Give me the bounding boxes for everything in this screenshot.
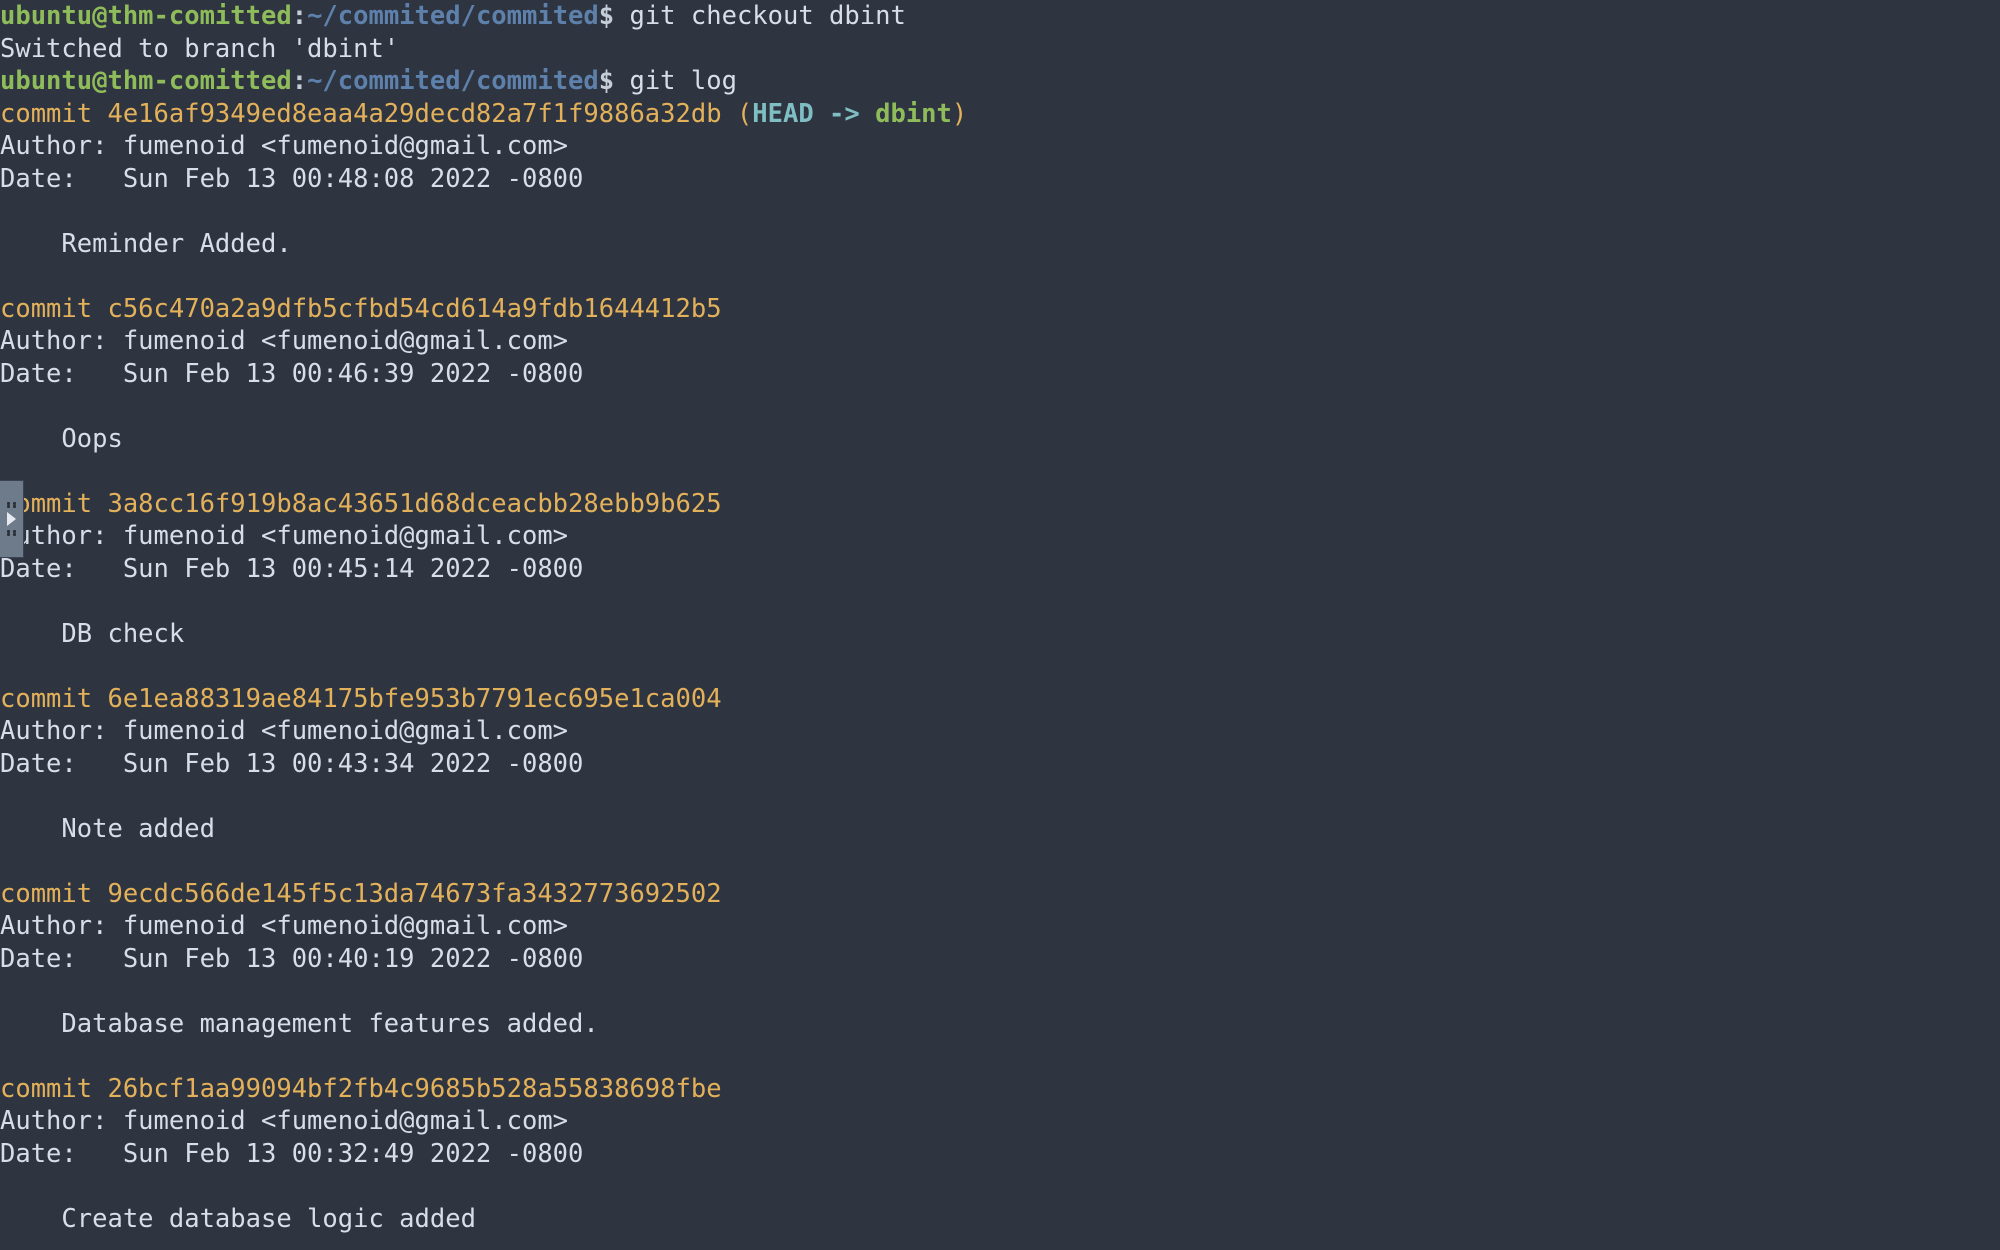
terminal-line: Date: Sun Feb 13 00:48:08 2022 -0800 (0, 163, 2000, 196)
prompt-dollar: $ (599, 1, 614, 31)
prompt-dollar: $ (599, 66, 614, 96)
output-text: Date: Sun Feb 13 00:32:49 2022 -0800 (0, 1139, 583, 1169)
prompt-user: ubuntu@thm-comitted (0, 1, 292, 31)
head-ref: HEAD -> (752, 99, 875, 129)
terminal-line (0, 780, 2000, 813)
output-text: Date: Sun Feb 13 00:40:19 2022 -0800 (0, 944, 583, 974)
branch-ref: dbint (875, 99, 952, 129)
output-text: Date: Sun Feb 13 00:45:14 2022 -0800 (0, 554, 583, 584)
terminal-line: Oops (0, 423, 2000, 456)
prompt-user: ubuntu@thm-comitted (0, 66, 292, 96)
terminal-line (0, 845, 2000, 878)
panel-expand-handle[interactable] (0, 480, 24, 558)
terminal-line: Date: Sun Feb 13 00:46:39 2022 -0800 (0, 358, 2000, 391)
terminal-line: Author: fumenoid <fumenoid@gmail.com> (0, 520, 2000, 553)
terminal-line: commit 4e16af9349ed8eaa4a29decd82a7f1f98… (0, 98, 2000, 131)
output-text: Author: fumenoid <fumenoid@gmail.com> (0, 131, 568, 161)
commit-message: Create database logic added (0, 1204, 476, 1234)
terminal-line: Database management features added. (0, 1008, 2000, 1041)
commit-hash: 9ecdc566de145f5c13da74673fa3432773692502 (107, 879, 721, 909)
terminal-line (0, 975, 2000, 1008)
command-text: git checkout dbint (614, 1, 906, 31)
terminal-line: commit 26bcf1aa99094bf2fb4c9685b528a5583… (0, 1073, 2000, 1106)
terminal-line: Date: Sun Feb 13 00:40:19 2022 -0800 (0, 943, 2000, 976)
terminal-line (0, 260, 2000, 293)
prompt-path: ~/commited/commited (307, 1, 599, 31)
commit-keyword: commit (0, 99, 107, 129)
commit-message: DB check (0, 619, 184, 649)
terminal-line: Author: fumenoid <fumenoid@gmail.com> (0, 910, 2000, 943)
commit-keyword: commit (0, 294, 107, 324)
terminal-line (0, 585, 2000, 618)
command-text: git log (614, 66, 737, 96)
terminal-line: Switched to branch 'dbint' (0, 33, 2000, 66)
terminal-line: Author: fumenoid <fumenoid@gmail.com> (0, 325, 2000, 358)
terminal-output[interactable]: ubuntu@thm-comitted:~/commited/commited$… (0, 0, 2000, 1235)
terminal-line: commit c56c470a2a9dfb5cfbd54cd614a9fdb16… (0, 293, 2000, 326)
terminal-line (0, 650, 2000, 683)
terminal-line: ubuntu@thm-comitted:~/commited/commited$… (0, 0, 2000, 33)
terminal-line: Date: Sun Feb 13 00:45:14 2022 -0800 (0, 553, 2000, 586)
commit-message: Reminder Added. (0, 229, 292, 259)
commit-message: Database management features added. (0, 1009, 599, 1039)
output-text: Switched to branch 'dbint' (0, 34, 399, 64)
terminal-line (0, 1040, 2000, 1073)
commit-keyword: commit (0, 879, 107, 909)
terminal-line: commit 9ecdc566de145f5c13da74673fa343277… (0, 878, 2000, 911)
terminal-line: Note added (0, 813, 2000, 846)
ref-close-paren: ) (952, 99, 967, 129)
terminal-line: ubuntu@thm-comitted:~/commited/commited$… (0, 65, 2000, 98)
terminal-line (0, 195, 2000, 228)
terminal-line: Create database logic added (0, 1203, 2000, 1236)
commit-message: Oops (0, 424, 123, 454)
output-text: Author: fumenoid <fumenoid@gmail.com> (0, 326, 568, 356)
output-text: Author: fumenoid <fumenoid@gmail.com> (0, 911, 568, 941)
terminal-line: Author: fumenoid <fumenoid@gmail.com> (0, 1105, 2000, 1138)
terminal-line: Author: fumenoid <fumenoid@gmail.com> (0, 715, 2000, 748)
commit-message: Note added (0, 814, 215, 844)
terminal-line: Reminder Added. (0, 228, 2000, 261)
commit-hash: c56c470a2a9dfb5cfbd54cd614a9fdb1644412b5 (107, 294, 721, 324)
prompt-colon: : (292, 1, 307, 31)
terminal-line (0, 1170, 2000, 1203)
prompt-path: ~/commited/commited (307, 66, 599, 96)
terminal-line: commit 6e1ea88319ae84175bfe953b7791ec695… (0, 683, 2000, 716)
commit-hash: 6e1ea88319ae84175bfe953b7791ec695e1ca004 (107, 684, 721, 714)
commit-hash: 4e16af9349ed8eaa4a29decd82a7f1f9886a32db (107, 99, 721, 129)
terminal-line: DB check (0, 618, 2000, 651)
commit-hash: 26bcf1aa99094bf2fb4c9685b528a55838698fbe (107, 1074, 721, 1104)
terminal-line (0, 390, 2000, 423)
terminal-line: Date: Sun Feb 13 00:43:34 2022 -0800 (0, 748, 2000, 781)
chevron-right-icon (7, 512, 16, 526)
output-text: Author: fumenoid <fumenoid@gmail.com> (0, 521, 568, 551)
output-text: Author: fumenoid <fumenoid@gmail.com> (0, 716, 568, 746)
commit-hash: 3a8cc16f919b8ac43651d68dceacbb28ebb9b625 (107, 489, 721, 519)
commit-keyword: commit (0, 1074, 107, 1104)
commit-keyword: commit (0, 684, 107, 714)
prompt-colon: : (292, 66, 307, 96)
terminal-line (0, 455, 2000, 488)
output-text: Date: Sun Feb 13 00:46:39 2022 -0800 (0, 359, 583, 389)
terminal-line: Date: Sun Feb 13 00:32:49 2022 -0800 (0, 1138, 2000, 1171)
terminal-line: commit 3a8cc16f919b8ac43651d68dceacbb28e… (0, 488, 2000, 521)
output-text: Author: fumenoid <fumenoid@gmail.com> (0, 1106, 568, 1136)
output-text: Date: Sun Feb 13 00:48:08 2022 -0800 (0, 164, 583, 194)
terminal-line: Author: fumenoid <fumenoid@gmail.com> (0, 130, 2000, 163)
ref-open-paren: ( (722, 99, 753, 129)
output-text: Date: Sun Feb 13 00:43:34 2022 -0800 (0, 749, 583, 779)
